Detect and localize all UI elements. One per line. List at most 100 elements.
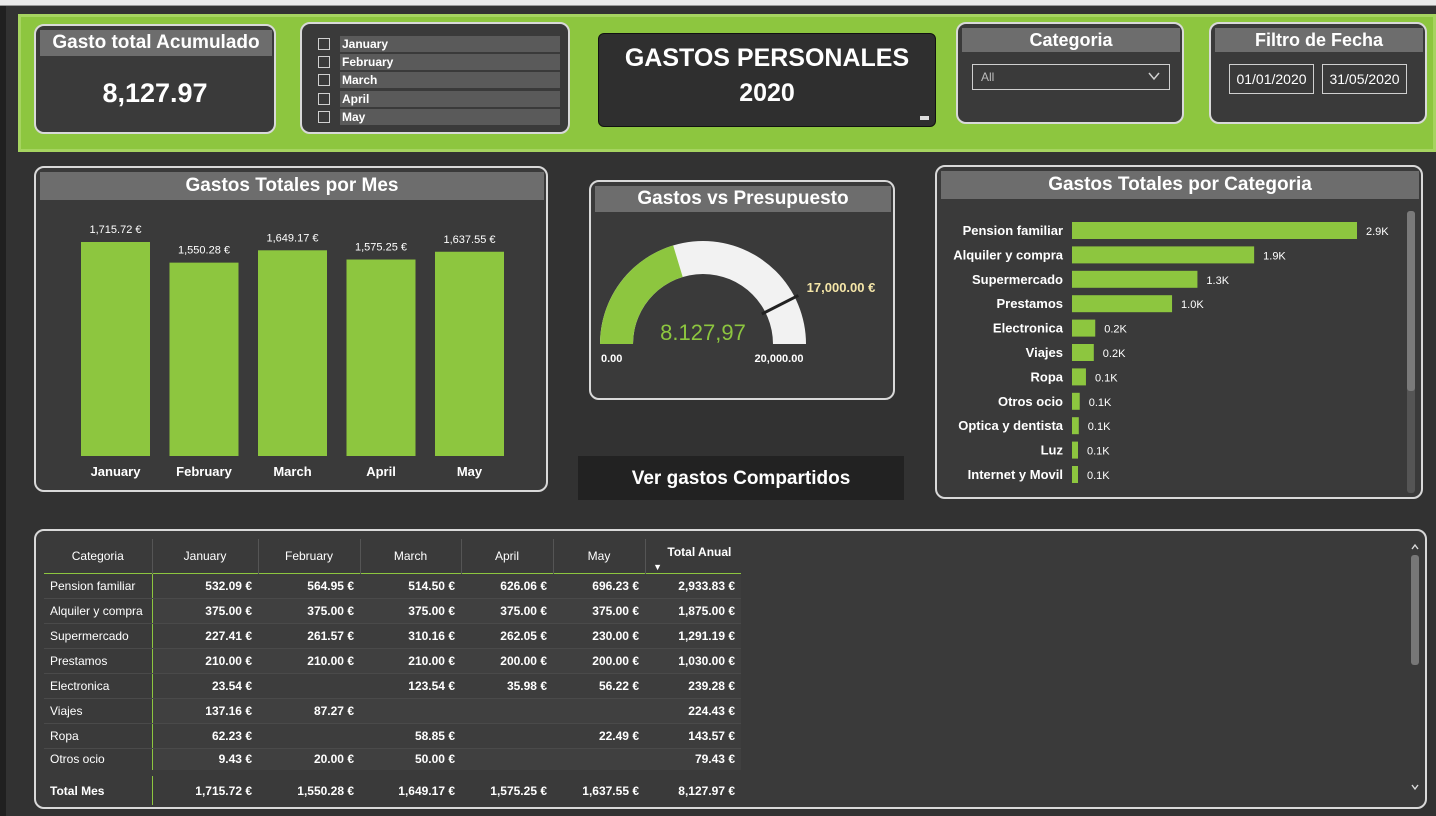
bar-february[interactable] [169, 262, 239, 456]
category-dropdown[interactable]: All [972, 64, 1170, 90]
table-cell: 696.23 € [553, 573, 645, 599]
category-tick-label: April [366, 464, 396, 479]
table-row[interactable]: Supermercado 227.41 €261.57 €310.16 €262.… [44, 623, 741, 649]
table-cell: 56.22 € [553, 673, 645, 699]
table-row[interactable]: Ropa 62.23 € 58.85 € 22.49 €143.57 € [44, 723, 741, 749]
minimize-icon[interactable] [920, 116, 929, 120]
kpi-card: Gasto total Acumulado 8,127.97 [34, 24, 276, 134]
category-tick-label: Prestamos [997, 296, 1063, 311]
column-header[interactable]: May [553, 539, 646, 573]
shared-expenses-button[interactable]: Ver gastos Compartidos [578, 456, 904, 500]
bar-data-label: 0.1K [1095, 372, 1118, 384]
table-cell: 224.43 € [645, 698, 741, 724]
table-row[interactable]: Pension familiar 532.09 €564.95 €514.50 €… [44, 573, 741, 599]
slicer-item-may[interactable]: May [318, 109, 560, 125]
table-cell: 123.54 € [360, 673, 461, 699]
table-cell: 143.57 € [645, 723, 741, 749]
category-bar[interactable] [1072, 319, 1096, 337]
bar-data-label: 0.2K [1104, 324, 1127, 336]
category-bar[interactable] [1072, 466, 1078, 483]
category-bar[interactable] [1072, 246, 1255, 264]
slicer-item-january[interactable]: January [318, 36, 560, 52]
category-bar[interactable] [1072, 441, 1078, 459]
total-cell: 1,550.28 € [258, 770, 360, 805]
page-title-year: 2020 [739, 79, 795, 107]
row-category-cell: Prestamos [44, 648, 153, 674]
total-cell: 1,649.17 € [360, 770, 461, 805]
date-filter: Filtro de Fecha 01/01/2020 31/05/2020 [1209, 22, 1427, 124]
table-row[interactable]: Prestamos 210.00 €210.00 €210.00 €200.00 … [44, 648, 741, 674]
table-cell [360, 698, 461, 724]
slicer-item-april[interactable]: April [318, 91, 560, 107]
left-edge-bar [0, 6, 6, 816]
table-cell: 58.85 € [360, 723, 461, 749]
category-bar[interactable] [1072, 368, 1086, 386]
start-date-input[interactable]: 01/01/2020 [1229, 64, 1314, 94]
bar-january[interactable] [81, 242, 150, 456]
category-bar[interactable] [1072, 222, 1357, 239]
category-bar[interactable] [1072, 295, 1173, 313]
table-cell: 261.57 € [258, 623, 360, 649]
bar-april[interactable] [346, 259, 416, 456]
checkbox[interactable] [318, 111, 330, 123]
category-tick-label: Alquiler y compra [953, 247, 1064, 262]
category-bar[interactable] [1072, 344, 1094, 361]
slicer-item-february[interactable]: February [318, 54, 560, 70]
month-slicer: January February March April May [300, 22, 570, 134]
table-cell: 137.16 € [152, 698, 258, 724]
column-header[interactable]: Categoria [44, 539, 153, 573]
table-cell: 23.54 € [152, 673, 258, 699]
column-header-total[interactable]: ▼ Total Anual [645, 539, 741, 573]
category-tick-label: May [457, 464, 483, 479]
table-cell: 87.27 € [258, 698, 360, 724]
category-bar[interactable] [1072, 392, 1080, 410]
column-header[interactable]: February [258, 539, 361, 573]
bar-data-label: 1,715.72 € [90, 224, 142, 236]
table-cell: 564.95 € [258, 573, 360, 599]
bar-data-label: 1,649.17 € [267, 232, 319, 244]
row-category-cell: Otros ocio [44, 748, 153, 774]
column-header[interactable]: April [461, 539, 554, 573]
table-row[interactable]: Alquiler y compra 375.00 €375.00 €375.00 … [44, 598, 741, 624]
checkbox[interactable] [318, 74, 330, 86]
slicer-item-label: May [340, 109, 560, 125]
table-cell: 375.00 € [461, 598, 553, 624]
table-cell: 35.98 € [461, 673, 553, 699]
chart-scrollbar-thumb[interactable] [1407, 211, 1415, 391]
table-cell: 50.00 € [360, 748, 461, 774]
table-row[interactable]: Electronica 23.54 € 123.54 €35.98 €56.22 €… [44, 673, 741, 699]
category-bar[interactable] [1072, 270, 1198, 288]
category-tick-label: Otros ocio [998, 394, 1063, 409]
row-category-cell: Ropa [44, 723, 153, 749]
category-tick-label: March [273, 464, 311, 479]
column-header[interactable]: March [360, 539, 462, 573]
table-cell [553, 698, 645, 724]
table-cell: 210.00 € [258, 648, 360, 674]
kpi-value: 8,127.97 [102, 78, 208, 108]
checkbox[interactable] [318, 56, 330, 68]
table-cell: 210.00 € [360, 648, 461, 674]
table-cell: 62.23 € [152, 723, 258, 749]
table-row[interactable]: Viajes 137.16 €87.27 € 224.43 € [44, 698, 741, 724]
row-category-cell: Electronica [44, 673, 153, 699]
category-tick-label: Pension familiar [963, 223, 1063, 238]
category-bar[interactable] [1072, 417, 1079, 435]
bar-data-label: 0.1K [1087, 470, 1110, 482]
table-header-row: Categoria January February March April M… [44, 539, 741, 573]
table-scrollbar[interactable] [1409, 541, 1421, 797]
bar-march[interactable] [258, 250, 327, 456]
bar-data-label: 0.2K [1103, 348, 1126, 360]
sort-desc-icon: ▼ [653, 561, 663, 572]
end-date-input[interactable]: 31/05/2020 [1322, 64, 1407, 94]
table-cell: 210.00 € [152, 648, 258, 674]
slicer-item-march[interactable]: March [318, 72, 560, 88]
bar-may[interactable] [435, 251, 504, 456]
category-tick-label: Luz [1041, 443, 1064, 458]
checkbox[interactable] [318, 38, 330, 50]
table-cell: 239.28 € [645, 673, 741, 699]
column-header[interactable]: January [152, 539, 259, 573]
category-tick-label: January [91, 464, 142, 479]
checkbox[interactable] [318, 93, 330, 105]
total-label-cell: Total Mes [44, 770, 153, 805]
table-row[interactable]: Otros ocio 9.43 €20.00 €50.00 € 79.43 € [44, 748, 741, 774]
